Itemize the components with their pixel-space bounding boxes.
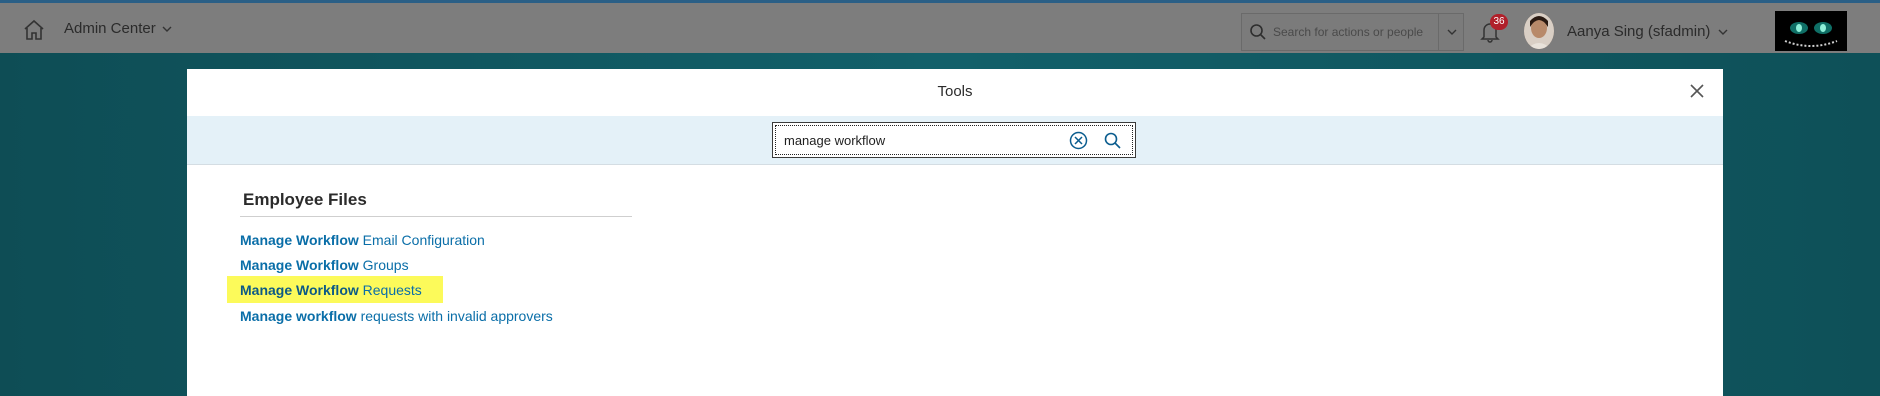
global-search[interactable] (1241, 13, 1464, 51)
clear-circle-icon[interactable] (1069, 131, 1088, 150)
home-icon[interactable] (22, 19, 46, 41)
module-label: Admin Center (64, 20, 156, 37)
result-match-text: Manage Workflow (240, 232, 359, 248)
result-rest-text: requests with invalid approvers (356, 308, 553, 324)
search-scope-dropdown[interactable] (1438, 13, 1464, 51)
tools-search-bar: manage workflow (187, 116, 1723, 165)
company-logo (1775, 11, 1847, 51)
section-title: Employee Files (243, 190, 367, 209)
result-link[interactable]: Manage workflow requests with invalid ap… (227, 302, 566, 329)
user-menu[interactable]: Aanya Sing (sfadmin) (1567, 23, 1728, 40)
user-name: Aanya Sing (sfadmin) (1567, 23, 1711, 40)
module-menu[interactable]: Admin Center (64, 20, 172, 37)
search-icon (1250, 24, 1266, 40)
avatar[interactable] (1524, 13, 1554, 49)
result-link[interactable]: Manage Workflow Groups (227, 251, 422, 278)
result-link[interactable]: Manage Workflow Email Configuration (227, 226, 498, 253)
section-divider (240, 216, 632, 217)
notification-badge: 36 (1490, 14, 1508, 30)
result-rest-text: Email Configuration (358, 232, 485, 248)
tools-dialog: Tools manage workflow Employee Files Man… (187, 69, 1723, 396)
result-link-highlighted[interactable]: Manage Workflow Requests (227, 276, 443, 303)
close-icon[interactable] (1689, 83, 1705, 99)
result-rest-text: Groups (358, 257, 409, 273)
tools-search-value[interactable]: manage workflow (784, 133, 885, 148)
result-match-text: Manage Workflow (240, 282, 359, 298)
tools-search-input[interactable]: manage workflow (772, 122, 1136, 158)
chevron-down-icon (1718, 29, 1728, 35)
chevron-down-icon (1447, 29, 1456, 35)
result-match-text: Manage workflow (240, 308, 357, 324)
chevron-down-icon (162, 26, 172, 32)
result-rest-text: Requests (358, 282, 422, 298)
search-icon[interactable] (1103, 131, 1122, 150)
result-match-text: Manage Workflow (240, 257, 359, 273)
global-search-input[interactable] (1273, 25, 1423, 39)
dialog-title: Tools (937, 83, 973, 100)
shell-header: Admin Center 36 Aanya Sing (sfadmin) (0, 0, 1880, 53)
